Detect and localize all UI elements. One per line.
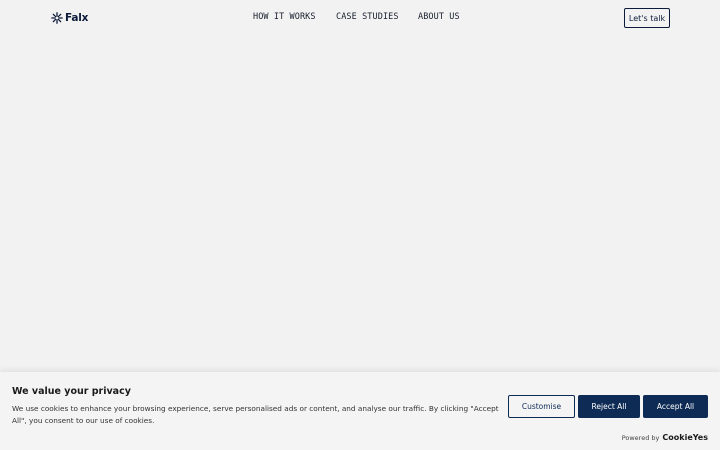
nav-how-it-works[interactable]: HOW IT WORKS xyxy=(253,12,316,22)
powered-by: Powered by CookieYes xyxy=(622,433,708,442)
cookie-title: We value your privacy xyxy=(12,386,131,397)
asterisk-logo-icon xyxy=(51,12,63,24)
site-header: Falx HOW IT WORKS CASE STUDIES ABOUT US … xyxy=(0,0,720,36)
page: Falx HOW IT WORKS CASE STUDIES ABOUT US … xyxy=(0,0,720,450)
cookieyes-brand-link[interactable]: CookieYes xyxy=(662,433,708,442)
logo-link[interactable]: Falx xyxy=(51,11,88,25)
reject-all-button[interactable]: Reject All xyxy=(578,395,640,418)
customise-button[interactable]: Customise xyxy=(508,395,575,418)
nav-about-us[interactable]: ABOUT US xyxy=(418,12,460,22)
cookie-consent-banner: We value your privacy We use cookies to … xyxy=(0,372,720,450)
nav-case-studies[interactable]: CASE STUDIES xyxy=(336,12,399,22)
logo-text: Falx xyxy=(65,12,89,24)
accept-all-button[interactable]: Accept All xyxy=(643,395,708,418)
cookie-description: We use cookies to enhance your browsing … xyxy=(12,404,499,425)
lets-talk-button[interactable]: Let's talk xyxy=(624,8,670,28)
powered-by-label: Powered by xyxy=(621,434,660,442)
